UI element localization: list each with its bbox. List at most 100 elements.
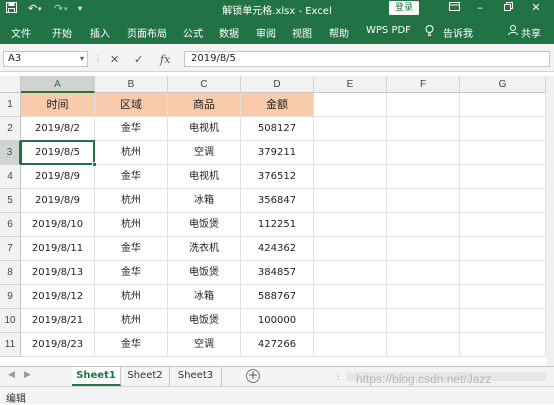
empty-cell[interactable] xyxy=(460,333,546,357)
column-header-g[interactable]: G xyxy=(460,76,546,93)
data-cell[interactable]: 2019/8/9 xyxy=(21,189,95,213)
header-cell[interactable]: 时间 xyxy=(21,93,95,117)
data-cell[interactable]: 金华 xyxy=(95,117,168,141)
data-cell[interactable]: 508127 xyxy=(241,117,314,141)
restore-icon[interactable] xyxy=(498,1,518,14)
data-cell[interactable]: 376512 xyxy=(241,165,314,189)
data-cell[interactable]: 杭州 xyxy=(95,309,168,333)
empty-cell[interactable] xyxy=(460,189,546,213)
tab-view[interactable]: 视图 xyxy=(292,25,312,40)
data-cell[interactable]: 100000 xyxy=(241,309,314,333)
data-cell[interactable]: 2019/8/11 xyxy=(21,237,95,261)
data-cell[interactable]: 2019/8/5 xyxy=(21,141,95,165)
empty-cell[interactable] xyxy=(387,213,460,237)
empty-cell[interactable] xyxy=(387,93,460,117)
data-cell[interactable]: 2019/8/9 xyxy=(21,165,95,189)
empty-cell[interactable] xyxy=(314,333,387,357)
close-icon[interactable]: ✕ xyxy=(526,1,546,14)
empty-cell[interactable] xyxy=(460,237,546,261)
row-header-8[interactable]: 8 xyxy=(0,261,21,285)
empty-cell[interactable] xyxy=(387,237,460,261)
tab-insert[interactable]: 插入 xyxy=(90,25,110,40)
data-cell[interactable]: 电饭煲 xyxy=(168,261,241,285)
row-header-2[interactable]: 2 xyxy=(0,117,21,141)
data-cell[interactable]: 356847 xyxy=(241,189,314,213)
empty-cell[interactable] xyxy=(460,213,546,237)
empty-cell[interactable] xyxy=(387,189,460,213)
empty-cell[interactable] xyxy=(460,117,546,141)
row-header-9[interactable]: 9 xyxy=(0,285,21,309)
empty-cell[interactable] xyxy=(387,141,460,165)
sheet-tab-sheet1[interactable]: Sheet1 xyxy=(72,367,121,386)
row-header-7[interactable]: 7 xyxy=(0,237,21,261)
empty-cell[interactable] xyxy=(387,261,460,285)
data-cell[interactable]: 424362 xyxy=(241,237,314,261)
column-header-a[interactable]: A xyxy=(21,76,95,93)
share-button[interactable]: 共享 xyxy=(521,25,541,40)
data-cell[interactable]: 杭州 xyxy=(95,213,168,237)
data-cell[interactable]: 2019/8/23 xyxy=(21,333,95,357)
data-cell[interactable]: 384857 xyxy=(241,261,314,285)
data-cell[interactable]: 379211 xyxy=(241,141,314,165)
name-box[interactable]: A3 ▾ xyxy=(3,51,88,67)
data-cell[interactable]: 427266 xyxy=(241,333,314,357)
data-cell[interactable]: 空调 xyxy=(168,333,241,357)
sheet-tab-sheet3[interactable]: Sheet3 xyxy=(170,367,222,386)
column-header-f[interactable]: F xyxy=(387,76,460,93)
data-cell[interactable]: 冰箱 xyxy=(168,285,241,309)
data-cell[interactable]: 2019/8/10 xyxy=(21,213,95,237)
cancel-icon[interactable]: ✕ xyxy=(110,53,119,66)
formula-input[interactable]: 2019/8/5 xyxy=(184,51,550,67)
empty-cell[interactable] xyxy=(314,93,387,117)
empty-cell[interactable] xyxy=(314,309,387,333)
next-sheet-icon[interactable]: ▶ xyxy=(24,370,31,380)
header-cell[interactable]: 区域 xyxy=(95,93,168,117)
sheet-tab-sheet2[interactable]: Sheet2 xyxy=(121,367,170,386)
data-cell[interactable]: 588767 xyxy=(241,285,314,309)
minimize-icon[interactable]: – xyxy=(470,1,490,14)
empty-cell[interactable] xyxy=(387,285,460,309)
empty-cell[interactable] xyxy=(314,261,387,285)
empty-cell[interactable] xyxy=(460,309,546,333)
tab-review[interactable]: 审阅 xyxy=(256,25,276,40)
empty-cell[interactable] xyxy=(460,141,546,165)
column-header-e[interactable]: E xyxy=(314,76,387,93)
empty-cell[interactable] xyxy=(387,309,460,333)
header-cell[interactable]: 金额 xyxy=(241,93,314,117)
row-header-3[interactable]: 3 xyxy=(0,141,21,165)
tab-page-layout[interactable]: 页面布局 xyxy=(127,25,167,40)
empty-cell[interactable] xyxy=(387,333,460,357)
login-button[interactable]: 登录 xyxy=(389,1,419,15)
data-cell[interactable]: 电视机 xyxy=(168,165,241,189)
data-cell[interactable]: 杭州 xyxy=(95,189,168,213)
column-header-c[interactable]: C xyxy=(168,76,241,93)
data-cell[interactable]: 冰箱 xyxy=(168,189,241,213)
data-cell[interactable]: 2019/8/12 xyxy=(21,285,95,309)
data-cell[interactable]: 电饭煲 xyxy=(168,309,241,333)
header-cell[interactable]: 商品 xyxy=(168,93,241,117)
row-header-6[interactable]: 6 xyxy=(0,213,21,237)
prev-sheet-icon[interactable]: ◀ xyxy=(8,370,15,380)
data-cell[interactable]: 杭州 xyxy=(95,141,168,165)
data-cell[interactable]: 杭州 xyxy=(95,285,168,309)
empty-cell[interactable] xyxy=(314,189,387,213)
row-header-1[interactable]: 1 xyxy=(0,93,21,117)
add-sheet-icon[interactable]: + xyxy=(246,369,260,383)
empty-cell[interactable] xyxy=(314,141,387,165)
row-header-4[interactable]: 4 xyxy=(0,165,21,189)
vertical-scrollbar[interactable] xyxy=(546,76,554,366)
empty-cell[interactable] xyxy=(460,261,546,285)
data-cell[interactable]: 金华 xyxy=(95,333,168,357)
empty-cell[interactable] xyxy=(387,117,460,141)
row-header-11[interactable]: 11 xyxy=(0,333,21,357)
empty-cell[interactable] xyxy=(314,213,387,237)
empty-cell[interactable] xyxy=(387,165,460,189)
empty-cell[interactable] xyxy=(314,165,387,189)
select-all-corner[interactable] xyxy=(0,76,21,93)
tab-formulas[interactable]: 公式 xyxy=(183,25,203,40)
data-cell[interactable]: 2019/8/2 xyxy=(21,117,95,141)
empty-cell[interactable] xyxy=(460,165,546,189)
tab-home[interactable]: 开始 xyxy=(52,25,72,40)
data-cell[interactable]: 2019/8/13 xyxy=(21,261,95,285)
tab-wps-pdf[interactable]: WPS PDF xyxy=(366,25,411,36)
